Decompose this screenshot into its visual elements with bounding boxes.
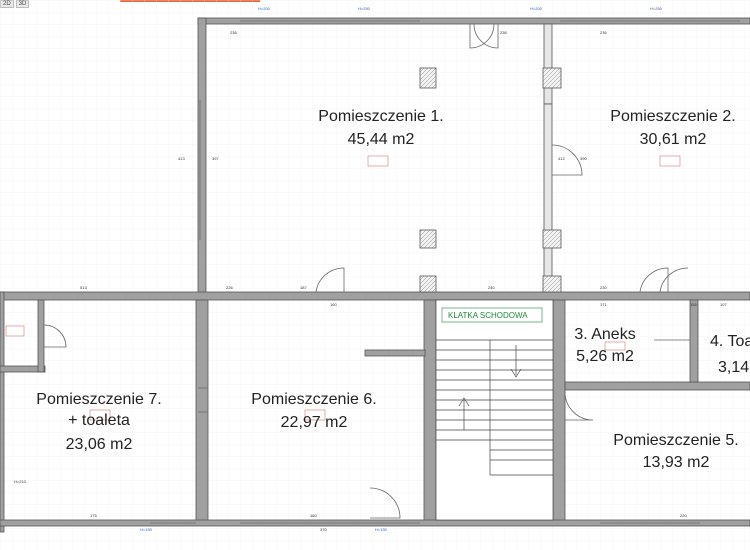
dim-mid-7: 171 [600,302,607,307]
dim-bottom-4: 370 [320,527,327,532]
dim-top-1: 236 [230,30,237,35]
dim-vert-4: 390 [580,156,587,161]
dim-vert-3: 412 [558,156,565,161]
room-6-name: Pomieszczenie 6. [251,391,376,408]
room-1-area: 45,44 m2 [348,131,415,148]
dim-mid-6: 230 [600,285,607,290]
room-7-area: 23,06 m2 [66,436,133,453]
room-3-name: 3. Aneks [574,326,635,343]
dim-mid-2: 226 [226,285,233,290]
room-2-name: Pomieszczenie 2. [610,108,735,125]
room-7-name-line2: + toaleta [68,412,130,429]
grid-background [0,0,750,550]
room-5-area: 13,93 m2 [643,454,710,471]
dim-top-4: 236 [600,30,607,35]
dim-top-5: H=200 [530,6,543,11]
dim-vert-5: H=210 [14,479,27,484]
room-3-area: 5,26 m2 [576,348,634,365]
dim-bottom-6: 220 [680,513,687,518]
floor-plan: KLATKA SCHODOWA 236 H=200 H=250 236 H=20… [0,0,750,550]
dim-top-7: 236 [500,30,507,35]
dim-bottom-3: 160 [310,513,317,518]
dim-bottom-1: 175 [90,513,97,518]
room-7-name: Pomieszczenie 7. [36,391,161,408]
dim-top-2: H=200 [258,6,271,11]
dim-bottom-2: H=150 [140,527,153,532]
dim-top-3: H=250 [358,6,371,11]
dim-mid-1: 513 [80,285,87,290]
dim-mid-4: 187 [300,285,307,290]
staircase-label: KLATKA SCHODOWA [448,311,528,320]
room-4-area: 3,14 [718,359,749,376]
dim-top-6: H=250 [650,6,663,11]
room-5-name: Pomieszczenie 5. [613,432,738,449]
dim-mid-9: 107 [720,302,727,307]
room-1-name: Pomieszczenie 1. [318,108,443,125]
dim-mid-5: 240 [488,285,495,290]
staircase [435,299,554,521]
room-4-name: 4. Toa [710,333,750,350]
dim-vert-2: 397 [212,156,219,161]
room-6-area: 22,97 m2 [281,414,348,431]
dim-mid-8: 155 [690,302,697,307]
dim-bottom-5: H=150 [375,527,388,532]
room-2-area: 30,61 m2 [640,131,707,148]
dim-vert-1: 413 [178,156,185,161]
dim-mid-3: 160 [330,302,337,307]
